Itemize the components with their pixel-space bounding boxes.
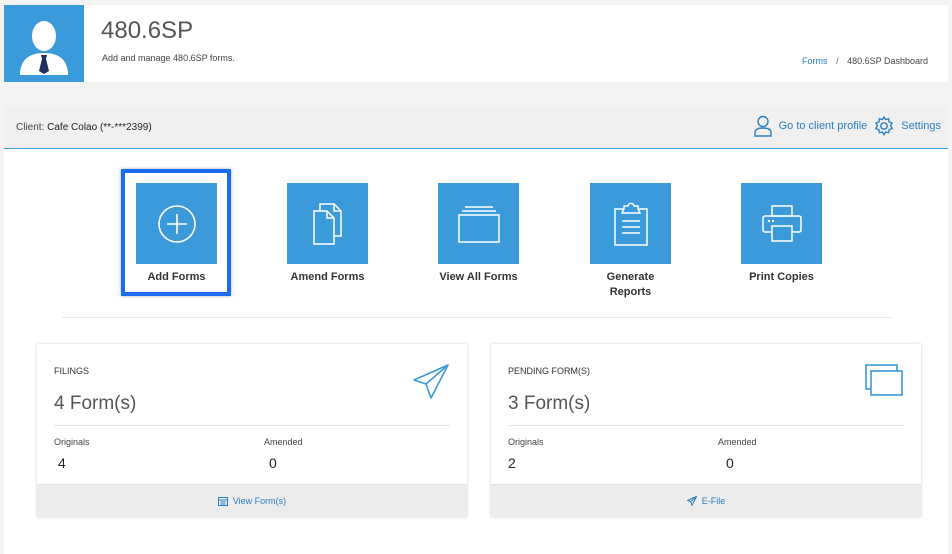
- pending-originals-label: Originals: [508, 437, 544, 447]
- amend-forms-label: Amend Forms: [290, 271, 365, 283]
- filings-card: FILINGS 4 Form(s) Originals Amended 4 0 …: [37, 344, 467, 517]
- print-copies-tile-square[interactable]: [741, 183, 822, 264]
- view-all-forms-tile[interactable]: View All Forms: [438, 183, 519, 285]
- user-avatar: [4, 5, 84, 82]
- filings-rule: [54, 425, 450, 426]
- person-icon: [20, 21, 68, 75]
- view-forms-button[interactable]: View Form(s): [37, 484, 467, 517]
- go-to-client-profile-link[interactable]: Go to client profile: [753, 115, 868, 137]
- add-forms-tile-square[interactable]: [136, 183, 217, 264]
- printer-icon: [761, 204, 802, 242]
- go-to-client-profile-label: Go to client profile: [778, 120, 868, 132]
- settings-label: Settings: [901, 120, 941, 132]
- amend-forms-tile[interactable]: Amend Forms: [287, 183, 368, 285]
- send-icon: [686, 496, 697, 506]
- section-divider: [62, 317, 892, 318]
- client-label: Client:: [16, 122, 45, 133]
- pending-forms-card: PENDING FORM(S) 3 Form(s) Originals Amen…: [491, 344, 921, 517]
- user-outline-icon: [753, 115, 772, 137]
- print-copies-tile[interactable]: Print Copies: [741, 183, 822, 285]
- pending-rule: [508, 425, 904, 426]
- view-all-forms-label: View All Forms: [439, 271, 518, 283]
- pending-amended-value: 0: [726, 455, 734, 471]
- page-subtitle: Add and manage 480.6SP forms.: [102, 53, 235, 63]
- view-all-forms-tile-square[interactable]: [438, 183, 519, 264]
- pending-amended-label: Amended: [718, 437, 757, 447]
- print-copies-label: Print Copies: [749, 271, 814, 283]
- page-header: 480.6SP Add and manage 480.6SP forms. Fo…: [4, 5, 948, 82]
- settings-link[interactable]: Settings: [873, 115, 941, 137]
- filings-originals-label: Originals: [54, 437, 90, 447]
- breadcrumb-current: 480.6SP Dashboard: [847, 56, 928, 66]
- filings-amended-value: 0: [269, 455, 277, 471]
- add-forms-label: Add Forms: [147, 271, 206, 283]
- generate-reports-label: Generate Reports: [606, 271, 655, 298]
- amend-forms-tile-square[interactable]: [287, 183, 368, 264]
- gear-icon: [875, 115, 894, 137]
- e-file-label: E-File: [701, 496, 726, 506]
- pending-count: 3 Form(s): [508, 393, 591, 414]
- plus-circle-icon: [157, 204, 196, 243]
- pending-title: PENDING FORM(S): [508, 366, 590, 376]
- breadcrumb-separator: /: [836, 56, 839, 66]
- generate-reports-tile-square[interactable]: [590, 183, 671, 264]
- dashboard-panel: Client: Cafe Colao (**-***2399) Go to cl…: [4, 106, 948, 554]
- pending-originals-value: 2: [508, 455, 516, 471]
- page-title: 480.6SP: [101, 17, 194, 44]
- add-forms-tile[interactable]: Add Forms: [136, 183, 217, 285]
- client-bar: Client: Cafe Colao (**-***2399) Go to cl…: [4, 106, 948, 149]
- filings-title: FILINGS: [54, 366, 90, 376]
- e-file-button[interactable]: E-File: [491, 484, 921, 517]
- client-actions: Go to client profile Settings: [753, 115, 941, 137]
- filings-count: 4 Form(s): [54, 393, 137, 414]
- filings-amended-label: Amended: [264, 437, 303, 447]
- breadcrumb-forms-link[interactable]: Forms: [802, 56, 828, 66]
- filings-originals-value: 4: [58, 455, 66, 471]
- breadcrumb: Forms / 480.6SP Dashboard: [802, 56, 928, 66]
- folder-stack-icon: [457, 205, 500, 243]
- client-name: Cafe Colao (**-***2399): [47, 122, 152, 133]
- view-forms-label: View Form(s): [232, 496, 287, 506]
- window-list-icon: [217, 496, 228, 506]
- generate-reports-tile[interactable]: Generate Reports: [590, 183, 671, 300]
- client-info: Client: Cafe Colao (**-***2399): [16, 122, 152, 133]
- documents-icon: [312, 202, 342, 245]
- paper-plane-icon: [412, 363, 450, 406]
- clipboard-icon: [613, 202, 648, 246]
- windows-icon: [864, 363, 904, 404]
